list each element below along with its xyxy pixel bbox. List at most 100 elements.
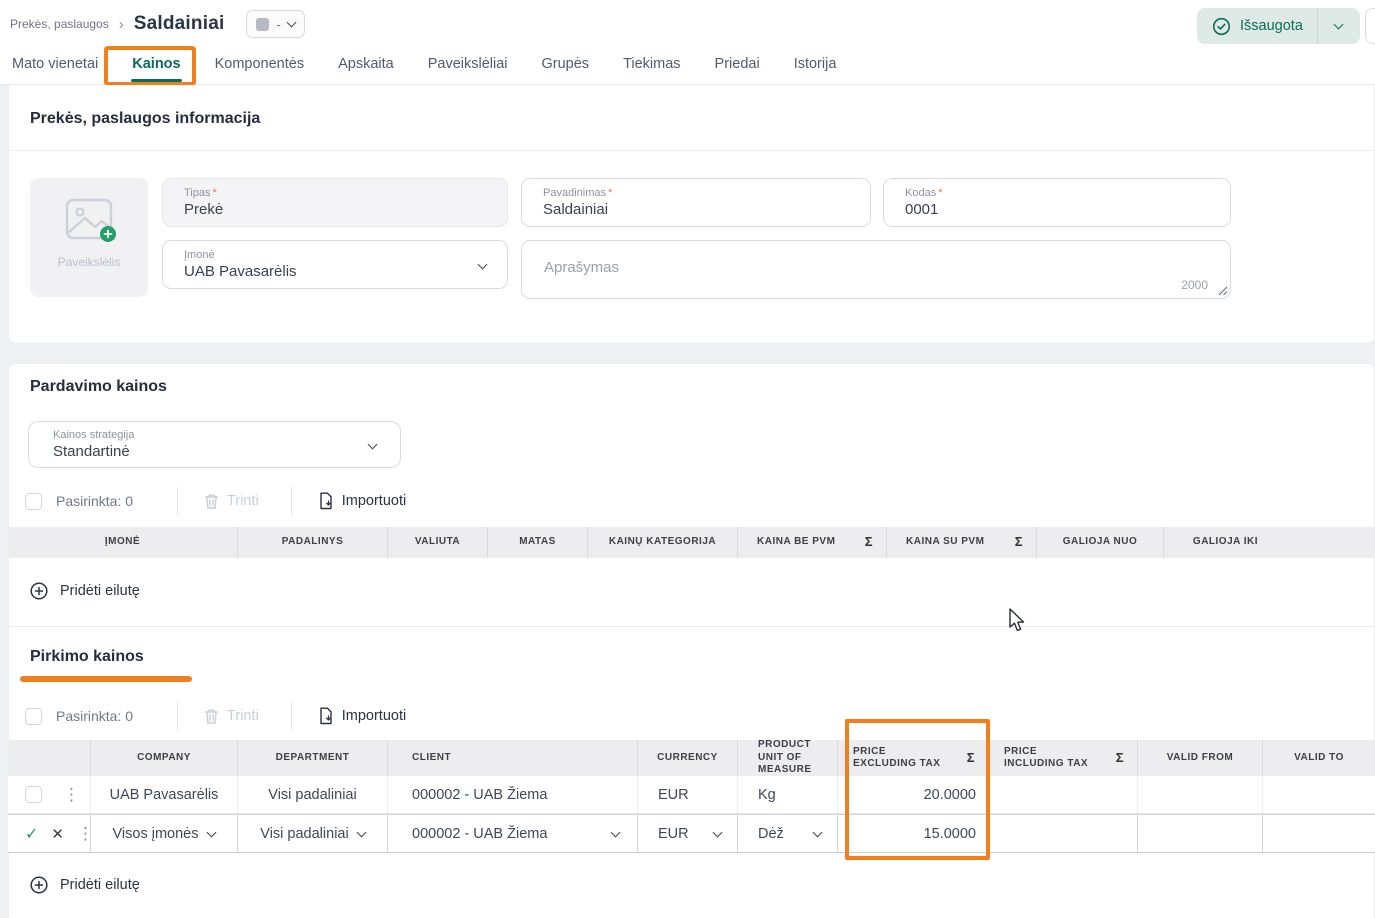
code-field-label: Kodas [905, 187, 936, 199]
col-kaina-be-pvm[interactable]: KAINA BE PVM Σ [737, 527, 886, 558]
name-field-value: Saldainiai [543, 201, 849, 218]
delete-button[interactable]: Trinti [204, 493, 259, 510]
col-empty [1287, 527, 1375, 558]
row-menu-icon[interactable]: ⋮ [63, 786, 80, 803]
cell-unit[interactable]: Kg [737, 776, 837, 813]
save-button[interactable]: Išsaugota [1197, 8, 1360, 44]
sigma-icon[interactable]: Σ [865, 534, 873, 550]
chevron-down-icon [356, 827, 366, 837]
sales-add-row-button[interactable]: Pridėti eilutę [30, 582, 140, 600]
purchase-prices-title: Pirkimo kainos [30, 648, 144, 666]
clipped-edge-button[interactable] [1365, 8, 1375, 44]
description-placeholder: Aprašymas [544, 259, 619, 276]
col-valid-from[interactable]: VALID FROM [1137, 740, 1262, 776]
cell-valid-to[interactable] [1262, 776, 1375, 813]
required-asterisk: * [213, 187, 217, 199]
cell-department-select[interactable]: Visi padaliniai [237, 815, 387, 852]
tab-priedai[interactable]: Priedai [713, 50, 762, 82]
plus-circle-icon [30, 876, 48, 894]
breadcrumb-parent-link[interactable]: Prekės, paslaugos [10, 17, 109, 31]
col-price-including-tax[interactable]: PRICE INCLUDING TAX Σ [988, 740, 1137, 776]
code-field[interactable]: Kodas* 0001 [883, 178, 1231, 227]
col-company[interactable]: COMPANY [90, 740, 237, 776]
image-icon [61, 196, 117, 244]
delete-button[interactable]: Trinti [204, 708, 259, 725]
type-field: Tipas* Prekė [162, 178, 508, 227]
toolbar-divider [177, 487, 178, 515]
sections-divider [9, 626, 1374, 627]
cell-currency[interactable]: EUR [637, 776, 737, 813]
select-all-checkbox[interactable] [25, 493, 42, 510]
sigma-icon[interactable]: Σ [1015, 534, 1023, 550]
product-info-divider [9, 150, 1374, 151]
cell-valid-from-input[interactable] [1137, 815, 1262, 852]
cell-price-including-tax[interactable] [988, 776, 1137, 813]
purchase-toolbar: Pasirinkta: 0 Trinti Importuoti [25, 701, 406, 731]
tab-komponentes[interactable]: Komponentės [213, 50, 306, 82]
col-client[interactable]: CLIENT [387, 740, 637, 776]
tab-tiekimas[interactable]: Tiekimas [621, 50, 682, 82]
col-galioja-nuo[interactable]: GALIOJA NUO [1036, 527, 1163, 558]
sales-toolbar: Pasirinkta: 0 Trinti Importuoti [25, 486, 406, 516]
sigma-icon[interactable]: Σ [1116, 750, 1124, 766]
col-padalinys[interactable]: PADALINYS [237, 527, 387, 558]
variant-value: - [276, 17, 280, 32]
import-button-label: Importuoti [342, 493, 406, 509]
mouse-cursor [1008, 608, 1030, 634]
select-all-checkbox[interactable] [25, 708, 42, 725]
name-field[interactable]: Pavadinimas* Saldainiai [521, 178, 871, 227]
image-upload-placeholder[interactable]: Paveikslėlis [30, 178, 148, 297]
col-valid-to[interactable]: VALID TO [1262, 740, 1375, 776]
annotation-underline-pirkimo-kainos [20, 676, 192, 682]
cell-company[interactable]: UAB Pavasarėlis [90, 776, 237, 813]
char-counter: 2000 [1181, 278, 1208, 292]
col-matas[interactable]: MATAS [487, 527, 587, 558]
col-product-unit[interactable]: PRODUCT UNIT OF MEASURE [737, 740, 837, 776]
col-currency[interactable]: CURRENCY [637, 740, 737, 776]
cell-price-including-tax-input[interactable] [988, 815, 1137, 852]
purchase-add-row-button[interactable]: Pridėti eilutę [30, 876, 140, 894]
chevron-down-icon [207, 827, 217, 837]
cell-client-select[interactable]: 000002 - UAB Žiema [387, 815, 637, 852]
import-button[interactable]: Importuoti [318, 707, 406, 725]
page: Prekės, paslaugos › Saldainiai - Išsaugo… [0, 0, 1375, 918]
col-imone[interactable]: ĮMONĖ [8, 527, 237, 558]
variant-dropdown[interactable]: - [246, 10, 304, 38]
price-strategy-select[interactable]: Kainos strategija Standartinė [28, 421, 401, 468]
company-select[interactable]: Įmonė UAB Pavasarėlis [162, 240, 508, 289]
cancel-icon[interactable]: ✕ [51, 825, 64, 843]
check-circle-icon [1212, 17, 1231, 36]
description-textarea[interactable]: Aprašymas 2000 [521, 240, 1231, 299]
delete-button-label: Trinti [227, 708, 259, 724]
type-field-label: Tipas [184, 187, 211, 199]
tab-apskaita[interactable]: Apskaita [336, 50, 396, 82]
cell-company-select[interactable]: Visos įmonės [90, 815, 237, 852]
save-options-button[interactable] [1318, 24, 1360, 28]
company-select-label: Įmonė [184, 249, 486, 261]
confirm-icon[interactable]: ✓ [25, 824, 38, 844]
col-galioja-iki[interactable]: GALIOJA IKI [1163, 527, 1287, 558]
row-checkbox[interactable] [25, 786, 42, 803]
col-department[interactable]: DEPARTMENT [237, 740, 387, 776]
cell-client[interactable]: 000002 - UAB Žiema [387, 776, 637, 813]
cell-valid-from[interactable] [1137, 776, 1262, 813]
annotation-box-kainos-tab [104, 46, 196, 86]
cell-department[interactable]: Visi padaliniai [237, 776, 387, 813]
tab-paveiksleliai[interactable]: Paveikslėliai [426, 50, 510, 82]
required-asterisk: * [938, 187, 942, 199]
col-valiuta[interactable]: VALIUTA [387, 527, 487, 558]
resize-handle-icon[interactable] [1218, 286, 1228, 296]
breadcrumb-separator: › [119, 16, 124, 33]
tab-istorija[interactable]: Istorija [792, 50, 839, 82]
cell-valid-to-input[interactable] [1262, 815, 1375, 852]
import-button[interactable]: Importuoti [318, 492, 406, 510]
code-field-value: 0001 [905, 201, 1209, 218]
col-kainu-kategorija[interactable]: KAINŲ KATEGORIJA [587, 527, 737, 558]
breadcrumb: Prekės, paslaugos › Saldainiai - [10, 8, 305, 40]
cell-currency-select[interactable]: EUR [637, 815, 737, 852]
col-kaina-su-pvm[interactable]: KAINA SU PVM Σ [886, 527, 1036, 558]
cell-unit-select[interactable]: Dėž [737, 815, 837, 852]
chevron-down-icon [713, 827, 723, 837]
tab-mato-vienetai[interactable]: Mato vienetai [10, 50, 100, 82]
tab-grupes[interactable]: Grupės [540, 50, 592, 82]
